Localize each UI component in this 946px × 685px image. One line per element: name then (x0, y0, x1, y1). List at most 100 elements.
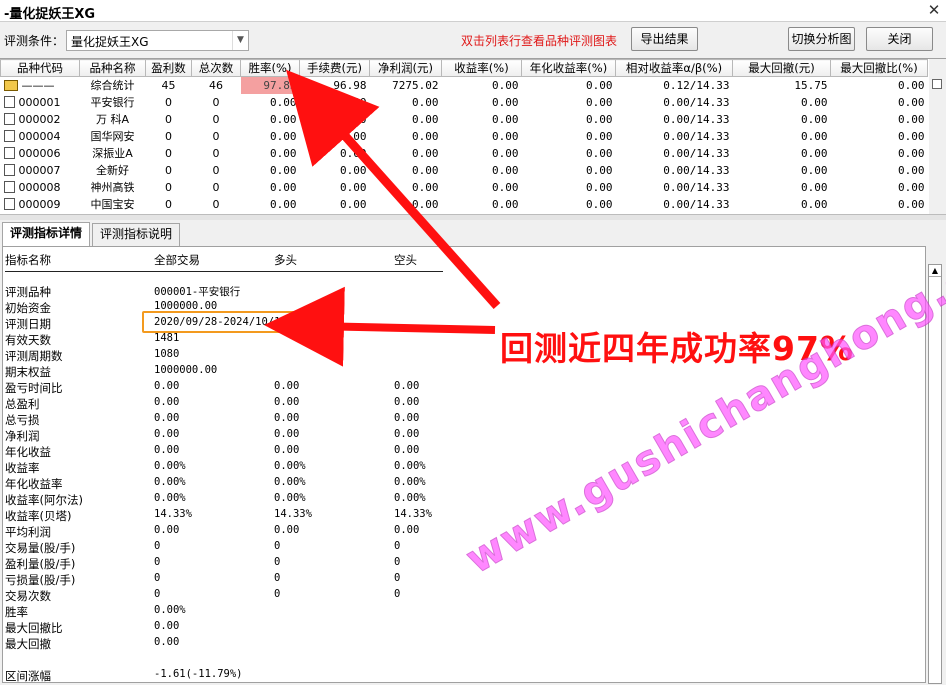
cell-rel: 0.00/14.33 (616, 94, 733, 111)
cell-text: 0.00 (270, 180, 297, 194)
cell-text: 0.00 (412, 95, 439, 109)
cell-profit: 0.00 (370, 128, 442, 145)
pane-splitter[interactable] (0, 214, 946, 220)
col-header-profit[interactable]: 净利润(元) (369, 59, 442, 77)
col-header-annual[interactable]: 年化收益率(%) (521, 59, 616, 77)
col-header-drawdown[interactable]: 最大回撤(元) (732, 59, 831, 77)
cell-text: 0.00 (492, 78, 519, 92)
table-row[interactable]: 000009 中国宝安 0 0 0.00 0.00 0.00 0.00 0.00 0.00/14.… (1, 196, 928, 213)
cell-text: 0.00 (586, 95, 613, 109)
cell-text: 0.00 (412, 112, 439, 126)
detail-short: 0 (394, 572, 401, 584)
cell-text: 平安银行 (90, 96, 135, 109)
chevron-down-icon[interactable]: ▼ (232, 31, 248, 50)
col-header-drawdown-ratio[interactable]: 最大回撤比(%) (830, 59, 928, 77)
cell-fee: 0.00 (300, 196, 370, 213)
grid-scrollbar[interactable] (929, 59, 946, 215)
table-row[interactable]: 000001 平安银行 0 0 0.00 0.00 0.00 0.00 0.00 0.00/14.… (1, 94, 928, 111)
window-title: -量化捉妖王XG (4, 7, 96, 22)
cell-text: 0.00 (898, 163, 925, 177)
detail-all: 0 (154, 556, 161, 568)
cell-text: 0.00 (898, 146, 925, 160)
cell-text: 0.00 (412, 180, 439, 194)
cell-text: 0.00 (801, 129, 828, 143)
cell-text: 45 (161, 78, 176, 92)
condition-select[interactable]: 量化捉妖王XG ▼ (66, 30, 249, 51)
cell-annual: 0.00 (522, 145, 616, 162)
tab-metric-details[interactable]: 评测指标详情 (2, 222, 90, 246)
tab-metric-description[interactable]: 评测指标说明 (92, 223, 180, 246)
detail-scrollbar[interactable]: ▲ (928, 264, 942, 684)
table-row[interactable]: 000004 国华网安 0 0 0.00 0.00 0.00 0.00 0.00 0.00/14.… (1, 128, 928, 145)
cell-ret: 0.00 (442, 128, 522, 145)
cell-text: 0.00 (270, 146, 297, 160)
checkbox-icon[interactable] (932, 79, 942, 89)
detail-all: 0.00 (154, 396, 180, 408)
cell-rel: 0.00/14.33 (616, 111, 733, 128)
cell-text: 0 (212, 163, 220, 177)
cell-text: 0.00 (586, 197, 613, 211)
cell-rate: 0.00 (241, 179, 300, 196)
cell-dd: 0.00 (733, 179, 831, 196)
cell-text: 0.00 (340, 146, 367, 160)
cell-text: 0.00 (412, 129, 439, 143)
results-table: 品种代码 品种名称 盈利数 总次数 胜率(%) 手续费(元) 净利润(元) 收益… (0, 59, 928, 213)
table-row[interactable]: ——— 综合统计 45 46 97.83 96.98 7275.02 0.00 0.00 0.12… (1, 76, 928, 94)
cell-ret: 0.00 (442, 162, 522, 179)
cell-rate: 0.00 (241, 94, 300, 111)
col-header-total[interactable]: 总次数 (191, 59, 241, 77)
table-row[interactable]: 000008 神州高铁 0 0 0.00 0.00 0.00 0.00 0.00 0.00/14.… (1, 179, 928, 196)
detail-header-all: 全部交易 (154, 253, 200, 267)
document-icon (3, 146, 15, 159)
col-header-fee[interactable]: 手续费(元) (299, 59, 370, 77)
table-header-row: 品种代码 品种名称 盈利数 总次数 胜率(%) 手续费(元) 净利润(元) 收益… (0, 59, 928, 77)
detail-all: 1481 (154, 332, 180, 344)
detail-all: 000001-平安银行 (154, 286, 241, 298)
detail-short: 0.00 (394, 428, 420, 440)
table-row[interactable]: 000006 深振业A 0 0 0.00 0.00 0.00 0.00 0.00 0.00/14.… (1, 145, 928, 162)
col-header-return[interactable]: 收益率(%) (441, 59, 522, 77)
col-header-name[interactable]: 品种名称 (79, 59, 146, 77)
cell-text: 000002 (18, 112, 61, 126)
cell-text: 000009 (18, 197, 61, 211)
cell-win: 0 (146, 179, 192, 196)
detail-name: 收益率(阿尔法) (5, 493, 83, 507)
cell-total: 0 (192, 162, 241, 179)
cell-text: 0 (212, 180, 220, 194)
cell-code: 000006 (1, 145, 80, 162)
cell-win: 0 (146, 196, 192, 213)
detail-all: 0.00% (154, 492, 186, 504)
detail-name: 胜率 (5, 605, 28, 619)
cell-text: 000007 (18, 163, 61, 177)
detail-all: 0.00% (154, 476, 186, 488)
close-button[interactable]: 关闭 (866, 27, 933, 51)
table-row[interactable]: 000002 万 科A 0 0 0.00 0.00 0.00 0.00 0.00 0.00/14.… (1, 111, 928, 128)
col-header-code[interactable]: 品种代码 (0, 59, 80, 77)
detail-name: 最大回撤比 (5, 621, 63, 635)
detail-name: 评测周期数 (5, 349, 63, 363)
cell-rate: 0.00 (241, 196, 300, 213)
cell-rel: 0.00/14.33 (616, 196, 733, 213)
window-close-icon[interactable]: ✕ (926, 2, 942, 18)
detail-short: 0 (394, 540, 401, 552)
col-header-win[interactable]: 盈利数 (145, 59, 192, 77)
export-button[interactable]: 导出结果 (631, 27, 698, 51)
cell-annual: 0.00 (522, 179, 616, 196)
cell-text: 0.00 (340, 112, 367, 126)
cell-text: 0 (212, 146, 220, 160)
detail-short: 0.00 (394, 396, 420, 408)
cell-text: 0.00 (898, 112, 925, 126)
detail-short: 0.00 (394, 412, 420, 424)
cell-ret: 0.00 (442, 94, 522, 111)
cell-text: 0.00 (586, 78, 613, 92)
col-header-relative[interactable]: 相对收益率α/β(%) (615, 59, 733, 77)
cell-text: 0.00 (586, 112, 613, 126)
cell-text: 全新好 (96, 164, 129, 177)
switch-chart-button[interactable]: 切换分析图 (788, 27, 855, 51)
detail-name: 区间涨幅 (5, 669, 51, 683)
col-header-rate[interactable]: 胜率(%) (240, 59, 300, 77)
cell-dd: 0.00 (733, 145, 831, 162)
detail-header-name: 指标名称 (5, 253, 51, 267)
table-row[interactable]: 000007 全新好 0 0 0.00 0.00 0.00 0.00 0.00 0.00/14.3… (1, 162, 928, 179)
cell-text: 0 (165, 129, 172, 143)
